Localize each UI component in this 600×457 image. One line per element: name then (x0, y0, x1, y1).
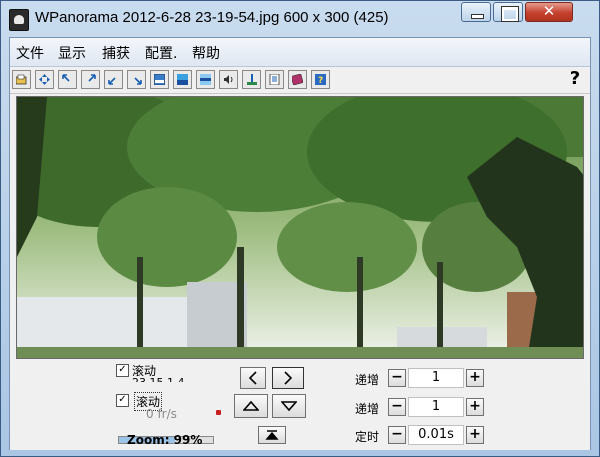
scroll-left-icon (62, 74, 70, 82)
minimize-icon (471, 14, 484, 19)
scroll-checkbox-2[interactable]: ✓ (116, 394, 129, 407)
book-button[interactable] (288, 70, 307, 89)
client-area: 文件 显示 捕获 配置. 帮助 ? ? ✓ 滚动 ✓ 滚动 0 fr/s Zoo… (9, 37, 591, 450)
image-view-button[interactable] (150, 70, 169, 89)
timer-label: 定时 (355, 430, 380, 444)
close-button[interactable]: ✕ (525, 2, 573, 22)
decrease-button-1[interactable]: − (388, 369, 406, 387)
menu-config[interactable]: 配置. (145, 43, 177, 63)
decrease-button-2[interactable]: − (388, 398, 406, 416)
menu-bar: 文件 显示 捕获 配置. 帮助 (10, 38, 590, 67)
scroll-right-button[interactable] (81, 70, 100, 89)
close-icon: ✕ (542, 2, 556, 20)
open-icon (16, 74, 27, 85)
timer-input[interactable]: 0.01s (408, 425, 464, 445)
scroll-checkbox-1[interactable]: ✓ (116, 364, 129, 377)
sound-icon (224, 75, 233, 84)
notes-icon (269, 74, 280, 85)
app-icon[interactable] (9, 9, 29, 31)
open-button[interactable] (12, 70, 31, 89)
landscape-button[interactable] (173, 70, 192, 89)
marker-icon (247, 74, 257, 85)
menu-help[interactable]: 帮助 (192, 43, 220, 63)
increase-button-3[interactable]: + (466, 426, 484, 444)
increase-button-1[interactable]: + (466, 369, 484, 387)
decrease-button-3[interactable]: − (388, 426, 406, 444)
menu-view[interactable]: 显示 (58, 43, 86, 63)
book-icon (292, 74, 303, 85)
increment-label-2: 递增 (355, 402, 380, 416)
svg-text:?: ? (318, 76, 323, 85)
control-panel: ✓ 滚动 23 15 1 4 ✓ 滚动 0 fr/s Zoom: 99% 递增 … (10, 360, 590, 450)
move-button[interactable] (35, 70, 54, 89)
horizon-icon (200, 74, 211, 85)
image-view-icon (154, 74, 165, 85)
about-icon: ? (315, 74, 326, 85)
scroll-left-button[interactable] (58, 70, 77, 89)
toolbar: ? ? (10, 67, 590, 94)
increment-label-1: 递增 (355, 373, 380, 387)
sound-button[interactable] (219, 70, 238, 89)
increment-input-1[interactable]: 1 (408, 368, 464, 388)
landscape-icon (177, 74, 188, 85)
minimize-button[interactable] (461, 2, 491, 22)
fps-readout: 0 fr/s (146, 407, 177, 421)
zoom-readout: Zoom: 99% (127, 433, 203, 447)
panorama-image (17, 97, 583, 358)
increment-input-2[interactable]: 1 (408, 397, 464, 417)
menu-capture[interactable]: 捕获 (102, 43, 130, 63)
triangle-left-icon (248, 371, 257, 385)
scroll-down-left-icon (108, 77, 116, 85)
pan-right-button[interactable] (272, 367, 304, 389)
scroll-down-right-icon (134, 77, 142, 85)
triangle-down-icon (280, 401, 298, 412)
menu-file[interactable]: 文件 (16, 43, 44, 63)
marker-button[interactable] (242, 70, 261, 89)
about-button[interactable]: ? (311, 70, 330, 89)
record-indicator-icon (216, 410, 221, 415)
increase-button-2[interactable]: + (466, 398, 484, 416)
maximize-button[interactable] (493, 2, 523, 22)
application-window: WPanorama 2012-6-28 23-19-54.jpg 600 x 3… (0, 0, 600, 457)
scroll-down-left-button[interactable] (104, 70, 123, 89)
notes-button[interactable] (265, 70, 284, 89)
scroll-down-right-button[interactable] (127, 70, 146, 89)
triangle-right-icon (284, 371, 293, 385)
jump-top-icon (265, 430, 279, 440)
move-icon (39, 74, 50, 85)
pan-left-button[interactable] (240, 367, 266, 389)
triangle-up-icon (242, 400, 260, 411)
horizon-button[interactable] (196, 70, 215, 89)
tilt-down-button[interactable] (272, 394, 306, 418)
context-help-button[interactable]: ? (566, 69, 584, 89)
title-bar[interactable]: WPanorama 2012-6-28 23-19-54.jpg 600 x 3… (1, 1, 599, 37)
scroll-value-partial: 23 15 1 4 (132, 376, 184, 382)
maximize-icon (501, 6, 519, 22)
panorama-view[interactable] (16, 96, 584, 359)
tilt-up-button[interactable] (234, 394, 268, 418)
window-title: WPanorama 2012-6-28 23-19-54.jpg 600 x 3… (35, 9, 389, 26)
scroll-right-icon (88, 74, 96, 82)
go-top-button[interactable] (258, 426, 286, 444)
